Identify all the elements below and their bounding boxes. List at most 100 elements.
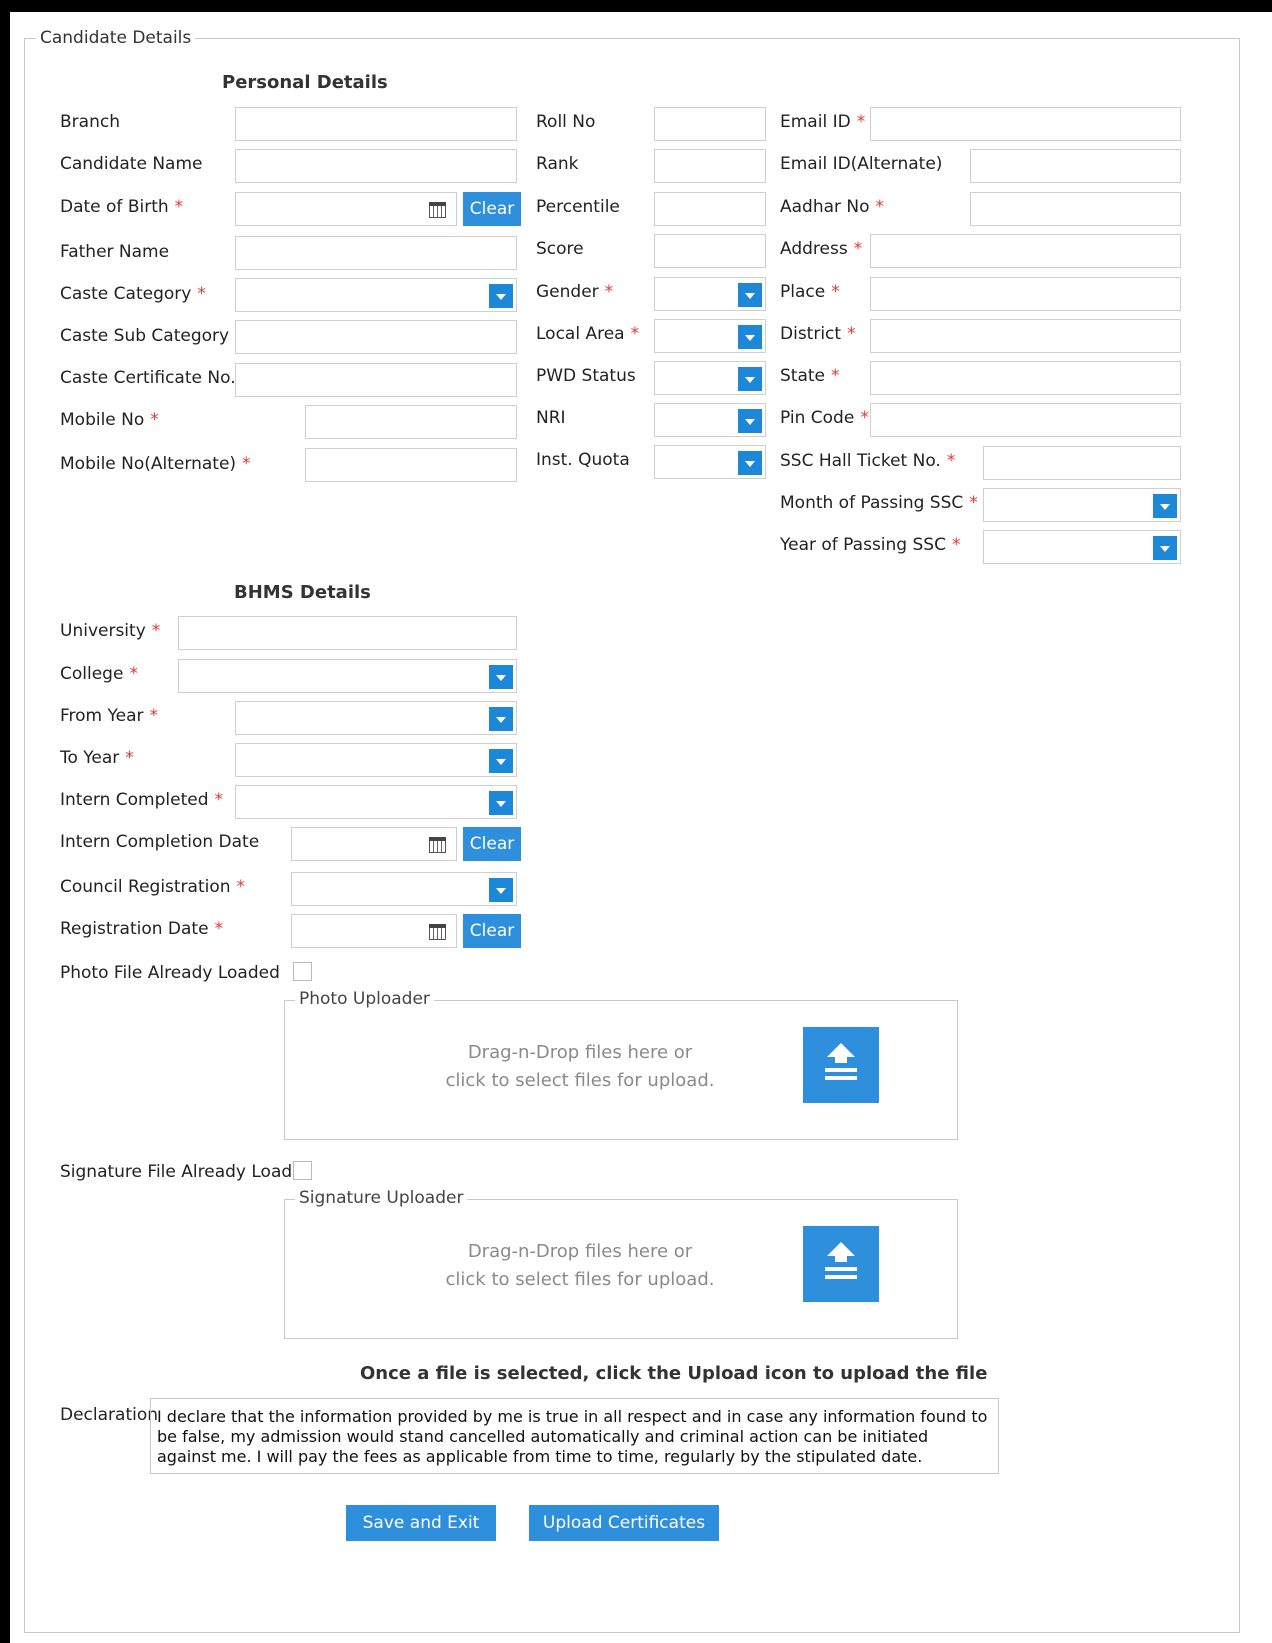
ssc-hall-label: SSC Hall Ticket No. * [780, 451, 956, 471]
intern-date-clear-button[interactable]: Clear [463, 827, 521, 861]
candidate-name-input[interactable] [235, 149, 517, 183]
nri-select[interactable] [654, 403, 766, 437]
reg-date-input[interactable] [291, 914, 457, 948]
ssc-month-label: Month of Passing SSC * [780, 493, 978, 513]
photo-uploader[interactable]: Photo Uploader Drag-n-Drop files here or… [284, 989, 958, 1140]
intern-date-input[interactable] [291, 827, 457, 861]
chevron-down-icon [1153, 494, 1177, 518]
calendar-icon[interactable] [429, 837, 446, 853]
email-alt-label: Email ID(Alternate) [780, 154, 943, 174]
dob-label: Date of Birth * [60, 197, 184, 217]
pin-input[interactable] [870, 403, 1181, 437]
branch-label: Branch [60, 112, 120, 132]
chevron-down-icon [738, 409, 762, 433]
address-input[interactable] [870, 234, 1181, 268]
signature-drop-zone[interactable]: Drag-n-Drop files here or click to selec… [445, 1238, 715, 1294]
dob-clear-button[interactable]: Clear [463, 192, 521, 226]
email-input[interactable] [870, 107, 1181, 141]
chevron-down-icon [738, 283, 762, 307]
roll-no-label: Roll No [536, 112, 596, 132]
score-label: Score [536, 239, 584, 259]
ssc-month-select[interactable] [983, 488, 1181, 522]
roll-no-input[interactable] [654, 107, 766, 141]
place-input[interactable] [870, 277, 1181, 311]
chevron-down-icon [489, 878, 513, 902]
personal-details-heading: Personal Details [222, 72, 388, 93]
intern-date-label: Intern Completion Date [60, 832, 260, 852]
upload-icon [825, 1242, 857, 1279]
nri-label: NRI [536, 408, 566, 428]
intern-completed-select[interactable] [235, 785, 517, 819]
dob-date-input[interactable] [235, 192, 457, 226]
email-alt-input[interactable] [970, 149, 1181, 183]
percentile-label: Percentile [536, 197, 620, 217]
gender-label: Gender * [536, 282, 614, 302]
drop-text-line1: Drag-n-Drop files here or [467, 1241, 693, 1262]
pwd-status-label: PWD Status [536, 366, 636, 386]
photo-upload-button[interactable] [803, 1027, 879, 1103]
candidate-details-legend: Candidate Details [36, 28, 196, 48]
calendar-icon[interactable] [429, 924, 446, 940]
district-label: District * [780, 324, 856, 344]
sig-loaded-label: Signature File Already Loaded [60, 1162, 314, 1182]
sig-loaded-checkbox[interactable] [293, 1161, 312, 1180]
mobile-alt-input[interactable] [305, 448, 517, 482]
college-select[interactable] [178, 659, 517, 693]
ssc-hall-input[interactable] [983, 446, 1181, 480]
caste-sub-category-label: Caste Sub Category* [60, 326, 244, 346]
photo-uploader-title: Photo Uploader [295, 989, 434, 1009]
photo-drop-zone[interactable]: Drag-n-Drop files here or click to selec… [445, 1039, 715, 1095]
aadhar-input[interactable] [970, 192, 1181, 226]
university-label: University * [60, 621, 161, 641]
rank-input[interactable] [654, 149, 766, 183]
local-area-label: Local Area * [536, 324, 640, 344]
signature-uploader-title: Signature Uploader [295, 1188, 468, 1208]
rank-label: Rank [536, 154, 579, 174]
upload-icon [825, 1043, 857, 1080]
state-label: State * [780, 366, 840, 386]
chevron-down-icon [738, 367, 762, 391]
ssc-year-select[interactable] [983, 530, 1181, 564]
mobile-label: Mobile No * [60, 410, 159, 430]
declaration-label: Declaration [60, 1405, 159, 1425]
place-label: Place * [780, 282, 840, 302]
reg-date-clear-button[interactable]: Clear [463, 914, 521, 948]
declaration-text: I declare that the information provided … [150, 1398, 999, 1474]
inst-quota-label: Inst. Quota [536, 450, 630, 470]
signature-uploader[interactable]: Signature Uploader Drag-n-Drop files her… [284, 1188, 958, 1339]
branch-input[interactable] [235, 107, 517, 141]
to-year-select[interactable] [235, 743, 517, 777]
percentile-input[interactable] [654, 192, 766, 226]
father-name-label: Father Name [60, 242, 170, 262]
chevron-down-icon [738, 451, 762, 475]
father-name-input[interactable] [235, 236, 517, 270]
inst-quota-select[interactable] [654, 445, 766, 479]
upload-certificates-button[interactable]: Upload Certificates [529, 1505, 719, 1541]
caste-cert-input[interactable] [235, 363, 517, 397]
caste-category-select[interactable] [235, 278, 517, 312]
university-input[interactable] [178, 616, 517, 650]
state-input[interactable] [870, 361, 1181, 395]
from-year-select[interactable] [235, 701, 517, 735]
chevron-down-icon [489, 665, 513, 689]
chevron-down-icon [1153, 536, 1177, 560]
drop-text-line2: click to select files for upload. [445, 1269, 715, 1290]
score-input[interactable] [654, 234, 766, 268]
council-reg-select[interactable] [291, 872, 517, 906]
chevron-down-icon [489, 749, 513, 773]
district-input[interactable] [870, 319, 1181, 353]
pwd-status-select[interactable] [654, 361, 766, 395]
chevron-down-icon [489, 791, 513, 815]
calendar-icon[interactable] [429, 202, 446, 218]
mobile-input[interactable] [305, 405, 517, 439]
save-and-exit-button[interactable]: Save and Exit [346, 1505, 496, 1541]
caste-cert-label: Caste Certificate No.* [60, 368, 250, 388]
gender-select[interactable] [654, 277, 766, 311]
chevron-down-icon [489, 707, 513, 731]
local-area-select[interactable] [654, 319, 766, 353]
caste-sub-category-input[interactable] [235, 320, 517, 354]
photo-loaded-checkbox[interactable] [293, 962, 312, 981]
chevron-down-icon [738, 325, 762, 349]
signature-upload-button[interactable] [803, 1226, 879, 1302]
ssc-year-label: Year of Passing SSC * [780, 535, 961, 555]
